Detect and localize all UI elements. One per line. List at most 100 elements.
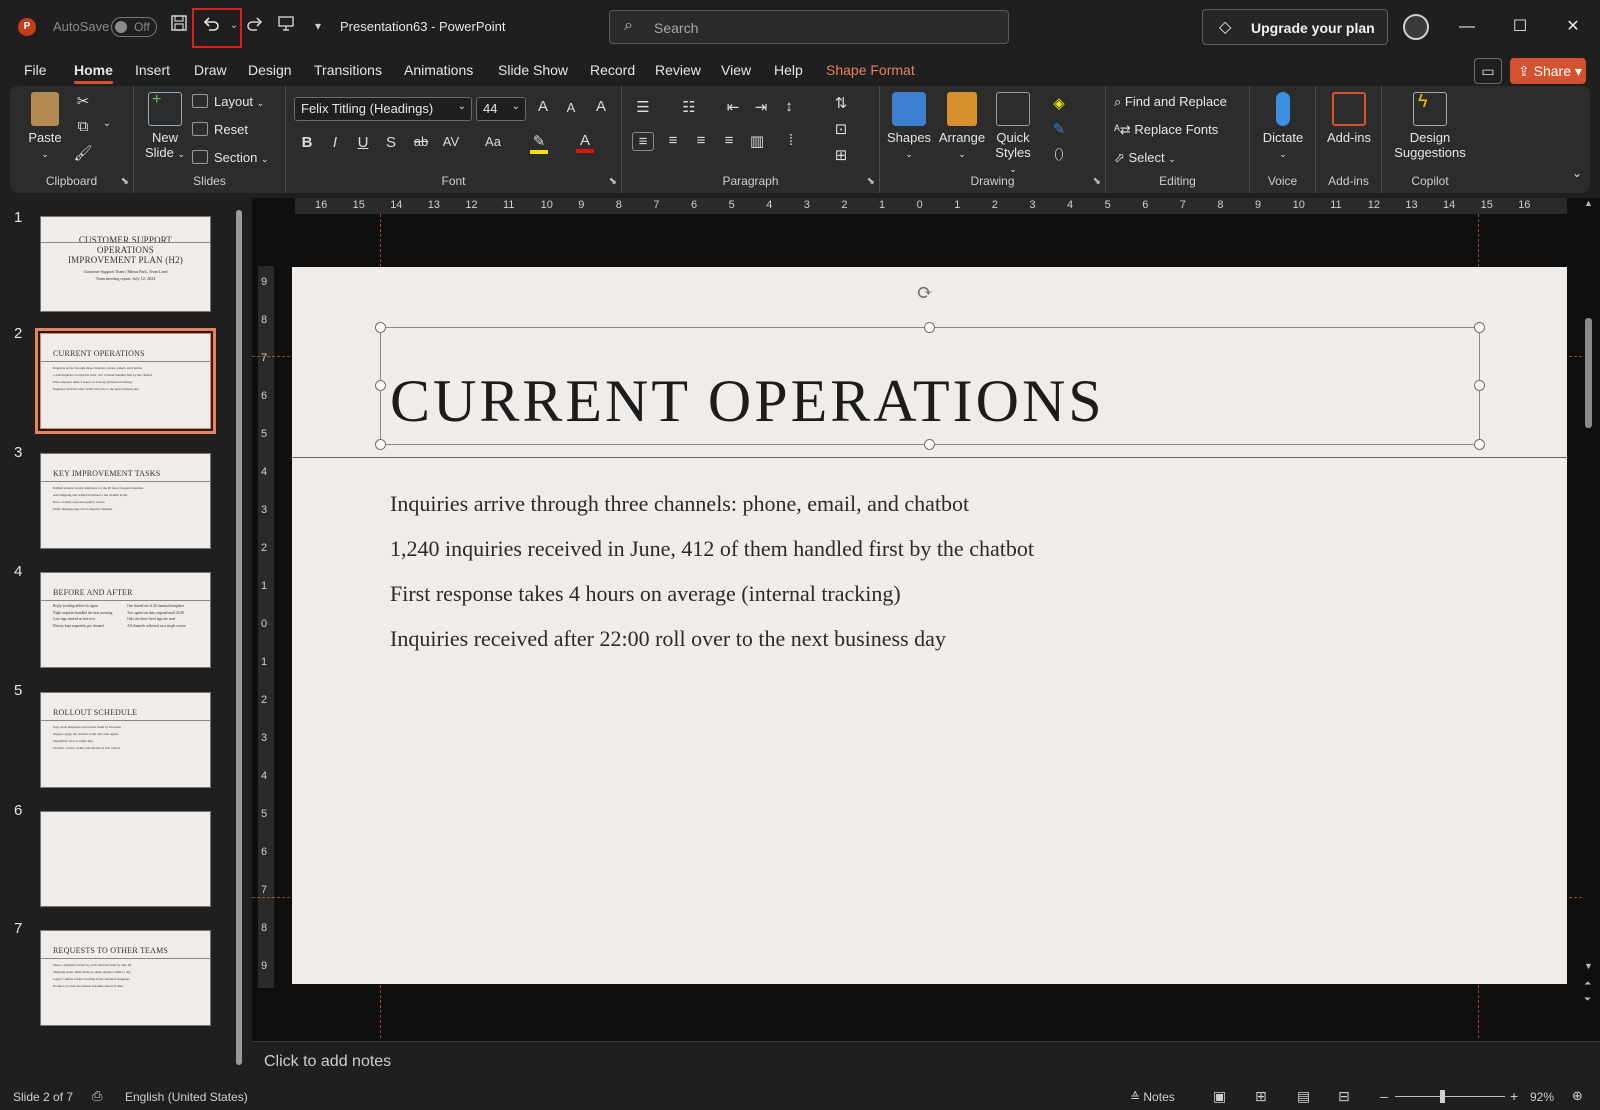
resize-handle[interactable] [375, 380, 386, 391]
zoom-slider-thumb[interactable] [1440, 1090, 1445, 1103]
scrollbar-thumb[interactable] [236, 210, 242, 1065]
language-label[interactable]: English (United States) [125, 1090, 248, 1104]
format-painter-icon[interactable]: 🖌 [72, 144, 94, 162]
slide-thumbnail-1[interactable]: CUSTOMER SUPPORT OPERATIONS IMPROVEMENT … [40, 216, 211, 312]
bullets-icon[interactable]: ☰ [632, 98, 654, 116]
convert-smartart-icon[interactable]: ⊞ [830, 146, 852, 164]
slide-thumbnail-2[interactable]: CURRENT OPERATIONS Inquiries arrive thro… [35, 328, 216, 434]
slide-thumbnail-6[interactable] [40, 811, 211, 907]
resize-handle[interactable] [1474, 439, 1485, 450]
tab-animations[interactable]: Animations [404, 62, 473, 78]
text-shadow-icon[interactable]: S [380, 134, 402, 151]
font-name-dropdown[interactable]: Felix Titling (Headings) ⌄ [294, 97, 472, 121]
zoom-out-button[interactable]: – [1380, 1088, 1388, 1104]
shapes-button[interactable]: Shapes ⌄ [886, 92, 932, 160]
slide-thumbnail-4[interactable]: BEFORE AND AFTER Reply wording differs b… [40, 572, 211, 668]
next-slide-icon[interactable]: ⏷ [1584, 994, 1591, 1005]
shape-fill-icon[interactable]: ◈ [1048, 94, 1070, 112]
comments-icon[interactable]: ▭ [1474, 58, 1502, 84]
ribbon-collapse-chevron-icon[interactable]: ⌄ [1566, 166, 1588, 180]
scrollbar-thumb[interactable] [1585, 318, 1592, 428]
reset-button[interactable]: Reset [192, 122, 248, 137]
slide-bullet[interactable]: Inquiries received after 22:00 roll over… [390, 626, 946, 652]
tab-shape-format[interactable]: Shape Format [826, 62, 915, 78]
current-slide[interactable]: ⟳ CURRENT OPERATIONS Inquiries arrive th… [292, 267, 1567, 984]
slide-title[interactable]: CURRENT OPERATIONS [390, 367, 1105, 436]
grow-font-icon[interactable]: A [532, 98, 554, 115]
design-suggestions-button[interactable]: ϟ Design Suggestions [1388, 91, 1472, 160]
resize-handle[interactable] [924, 322, 935, 333]
previous-slide-icon[interactable]: ⏶ [1584, 978, 1591, 989]
justify-icon[interactable]: ≡ [718, 132, 740, 149]
thumbnail-scrollbar[interactable] [235, 200, 243, 1080]
maximize-button[interactable]: ☐ [1505, 14, 1535, 40]
highlight-color-icon[interactable]: ✎ [530, 132, 548, 154]
tab-draw[interactable]: Draw [194, 62, 227, 78]
tab-design[interactable]: Design [248, 62, 292, 78]
notes-toggle[interactable]: ≙ Notes [1130, 1090, 1175, 1104]
resize-handle[interactable] [375, 439, 386, 450]
clear-formatting-icon[interactable]: A [590, 98, 612, 115]
tab-view[interactable]: View [721, 62, 751, 78]
redo-icon[interactable] [243, 14, 267, 38]
replace-fonts-button[interactable]: ᴬ⇄ Replace Fonts [1114, 122, 1218, 138]
slide-show-icon[interactable]: ⊟ [1338, 1088, 1350, 1105]
align-text-icon[interactable]: ⊡ [830, 120, 852, 138]
close-button[interactable]: ✕ [1558, 14, 1588, 40]
shrink-font-icon[interactable]: A [560, 100, 582, 115]
accessibility-icon[interactable]: ⎙ [92, 1088, 102, 1104]
bold-icon[interactable]: B [296, 134, 318, 151]
drawing-launcher-icon[interactable]: ⬊ [1093, 176, 1101, 187]
find-replace-button[interactable]: ⌕ Find and Replace [1114, 94, 1227, 110]
slide-sorter-icon[interactable]: ⊞ [1255, 1088, 1267, 1105]
notes-pane[interactable]: Click to add notes [252, 1041, 1600, 1081]
zoom-in-button[interactable]: + [1510, 1088, 1518, 1104]
tab-record[interactable]: Record [590, 62, 635, 78]
new-slide-button[interactable]: + New Slide ⌄ [142, 91, 188, 160]
resize-handle[interactable] [924, 439, 935, 450]
zoom-slider[interactable] [1395, 1096, 1505, 1097]
tab-home[interactable]: Home [74, 62, 113, 84]
zoom-level[interactable]: 92% [1530, 1090, 1554, 1104]
upgrade-plan-button[interactable]: ◇ Upgrade your plan [1202, 9, 1388, 45]
fit-to-window-icon[interactable]: ⊕ [1572, 1088, 1583, 1104]
copy-chevron-icon[interactable]: ⌄ [96, 118, 118, 129]
copy-icon[interactable]: ⧉ [72, 118, 94, 135]
align-center-icon[interactable]: ≡ [662, 132, 684, 149]
text-direction-icon[interactable]: ⇅ [830, 94, 852, 112]
tab-file[interactable]: File [24, 62, 47, 78]
tab-insert[interactable]: Insert [135, 62, 170, 78]
numbering-icon[interactable]: ☷ [678, 98, 700, 116]
strikethrough-icon[interactable]: ab [410, 134, 432, 149]
quick-styles-button[interactable]: Quick Styles ⌄ [990, 92, 1036, 175]
select-button[interactable]: ⬀ Select ⌄ [1114, 150, 1176, 166]
font-launcher-icon[interactable]: ⬊ [609, 176, 617, 187]
font-color-icon[interactable]: A [576, 132, 594, 153]
cut-icon[interactable]: ✂ [72, 92, 94, 110]
tab-transitions[interactable]: Transitions [314, 62, 382, 78]
section-button[interactable]: Section ⌄ [192, 150, 269, 165]
slide-bullet[interactable]: Inquiries arrive through three channels:… [390, 491, 969, 517]
scroll-up-icon[interactable]: ▲ [1584, 198, 1593, 208]
addins-button[interactable]: Add-ins [1322, 92, 1376, 145]
slide-bullet[interactable]: First response takes 4 hours on average … [390, 581, 901, 607]
italic-icon[interactable]: I [324, 134, 346, 151]
slide-thumbnail-7[interactable]: REQUESTS TO OTHER TEAMS Share a template… [40, 930, 211, 1026]
present-from-beginning-icon[interactable] [274, 14, 298, 38]
paragraph-launcher-icon[interactable]: ⬊ [867, 176, 875, 187]
shape-outline-icon[interactable]: ✎ [1048, 120, 1070, 138]
reading-view-icon[interactable]: ▤ [1297, 1088, 1310, 1105]
slide-bullet[interactable]: 1,240 inquiries received in June, 412 of… [390, 536, 1034, 562]
layout-button[interactable]: Layout ⌄ [192, 94, 264, 109]
rotate-handle-icon[interactable]: ⟳ [915, 283, 935, 303]
customize-toolbar-chevron-icon[interactable]: ▾ [306, 14, 330, 38]
dictate-button[interactable]: Dictate ⌄ [1256, 92, 1310, 160]
resize-handle[interactable] [1474, 322, 1485, 333]
spacing-options-icon[interactable]: ⁞ [780, 132, 802, 149]
minimize-button[interactable]: — [1452, 14, 1482, 40]
tab-help[interactable]: Help [774, 62, 803, 78]
notes-placeholder[interactable]: Click to add notes [264, 1053, 391, 1071]
resize-handle[interactable] [375, 322, 386, 333]
font-size-dropdown[interactable]: 44 ⌄ [476, 97, 526, 121]
slide-thumbnail-3[interactable]: KEY IMPROVEMENT TASKS Publish standard r… [40, 453, 211, 549]
